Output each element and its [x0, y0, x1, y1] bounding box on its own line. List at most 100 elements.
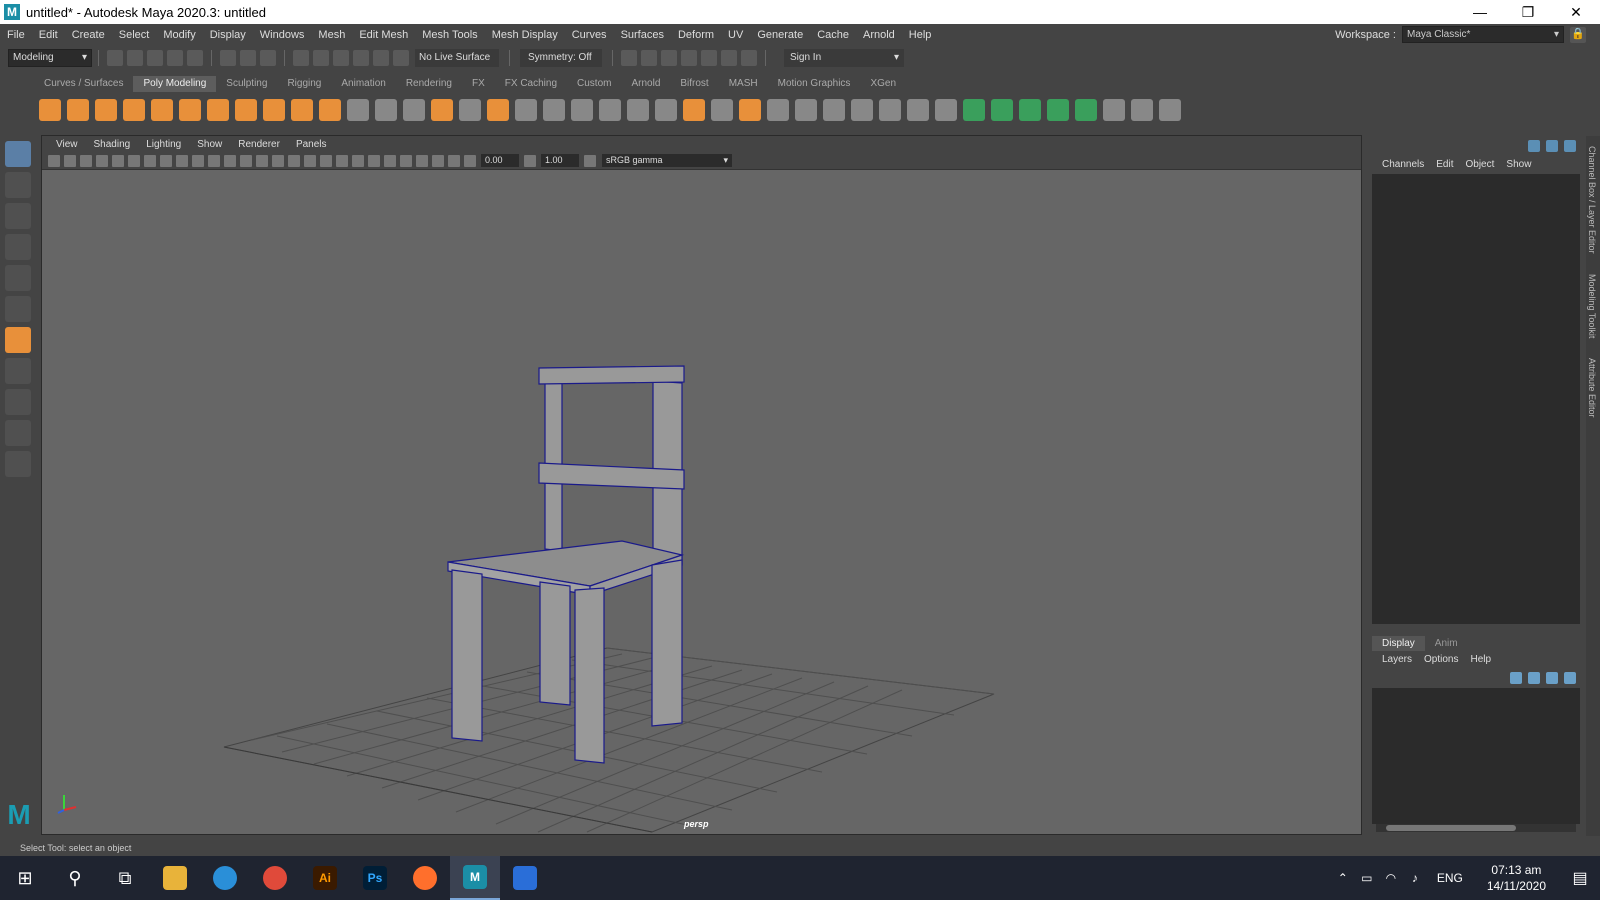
field-chart-icon[interactable]: [208, 154, 220, 167]
language-indicator[interactable]: ENG: [1427, 871, 1473, 885]
tab-animation[interactable]: Animation: [331, 76, 395, 92]
viewport-menu-show[interactable]: Show: [189, 139, 230, 150]
snap-surface-icon[interactable]: [373, 50, 389, 66]
gamma-icon[interactable]: [524, 154, 536, 167]
menu-mesh[interactable]: Mesh: [311, 29, 352, 41]
tab-poly-modeling[interactable]: Poly Modeling: [133, 76, 217, 92]
multi-cut-icon[interactable]: [627, 99, 649, 121]
task-view-icon[interactable]: ⧉: [100, 856, 150, 900]
append-polygon-icon[interactable]: [599, 99, 621, 121]
menu-arnold[interactable]: Arnold: [856, 29, 902, 41]
select-tool-icon[interactable]: [5, 141, 31, 167]
quad-draw-icon[interactable]: [851, 99, 873, 121]
render-frame-icon[interactable]: [641, 50, 657, 66]
gate-mask-icon[interactable]: [192, 154, 204, 167]
snap-curve-icon[interactable]: [313, 50, 329, 66]
channel-box-area[interactable]: [1372, 174, 1580, 624]
smooth-shade-icon[interactable]: [272, 154, 284, 167]
chevron-up-icon[interactable]: ⌃: [1331, 871, 1355, 885]
file-explorer-icon[interactable]: [150, 856, 200, 900]
layout-uvs-icon[interactable]: [991, 99, 1013, 121]
snap-view-icon[interactable]: [353, 50, 369, 66]
textured-icon[interactable]: [320, 154, 332, 167]
hypershade-icon[interactable]: [701, 50, 717, 66]
menu-cache[interactable]: Cache: [810, 29, 856, 41]
type-text-icon[interactable]: [291, 99, 313, 121]
combine-icon[interactable]: [347, 99, 369, 121]
xray-icon[interactable]: [432, 154, 444, 167]
exposure-icon[interactable]: [464, 154, 476, 167]
live-surface-field[interactable]: No Live Surface: [415, 49, 499, 67]
side-tab-modeling-toolkit[interactable]: Modeling Toolkit: [1587, 274, 1597, 338]
uv-editor-icon[interactable]: [711, 99, 733, 121]
cut-uv-icon[interactable]: [767, 99, 789, 121]
symmetry-select[interactable]: Symmetry: Off: [520, 49, 602, 67]
smooth-icon[interactable]: [403, 99, 425, 121]
arnold-render-icon[interactable]: [721, 50, 737, 66]
pause-icon[interactable]: [741, 50, 757, 66]
viewport-menu-renderer[interactable]: Renderer: [230, 139, 288, 150]
svg-icon[interactable]: [319, 99, 341, 121]
tab-display[interactable]: Display: [1372, 636, 1425, 651]
wifi-icon[interactable]: ◠: [1379, 871, 1403, 885]
bookmark-icon[interactable]: [80, 154, 92, 167]
motion-blur-icon[interactable]: [384, 154, 396, 167]
messaging-app-icon[interactable]: [500, 856, 550, 900]
wireframe-icon[interactable]: [256, 154, 268, 167]
tab-fx[interactable]: FX: [462, 76, 495, 92]
menu-deform[interactable]: Deform: [671, 29, 721, 41]
crease-tool-icon[interactable]: [935, 99, 957, 121]
lasso-tool-icon[interactable]: [5, 172, 31, 198]
menu-edit[interactable]: Edit: [32, 29, 65, 41]
tab-bifrost[interactable]: Bifrost: [670, 76, 718, 92]
tab-sculpting[interactable]: Sculpting: [216, 76, 277, 92]
film-gate-icon[interactable]: [160, 154, 172, 167]
menu-edit-mesh[interactable]: Edit Mesh: [352, 29, 415, 41]
poly-cylinder-icon[interactable]: [95, 99, 117, 121]
two-view-icon[interactable]: [5, 420, 31, 446]
photoshop-icon[interactable]: Ps: [350, 856, 400, 900]
default-lighting-icon[interactable]: [288, 154, 300, 167]
move-tool-icon[interactable]: [5, 234, 31, 260]
isolate-select-icon[interactable]: [416, 154, 428, 167]
tool-settings-icon[interactable]: [1546, 140, 1558, 152]
chair-model[interactable]: [447, 365, 685, 764]
viewport-menu-view[interactable]: View: [48, 139, 86, 150]
render-view-icon[interactable]: [621, 50, 637, 66]
menu-select[interactable]: Select: [112, 29, 157, 41]
layers-menu[interactable]: Layers: [1376, 654, 1418, 665]
slide-edge-icon[interactable]: [879, 99, 901, 121]
menu-curves[interactable]: Curves: [565, 29, 614, 41]
layer-list-area[interactable]: [1372, 688, 1580, 824]
channel-object-menu[interactable]: Object: [1460, 159, 1501, 170]
menu-generate[interactable]: Generate: [750, 29, 810, 41]
viewport-menu-shading[interactable]: Shading: [86, 139, 139, 150]
tab-fx-caching[interactable]: FX Caching: [495, 76, 567, 92]
attribute-editor-icon[interactable]: [1528, 140, 1540, 152]
poly-plane-icon[interactable]: [179, 99, 201, 121]
single-view-icon[interactable]: [5, 358, 31, 384]
mirror-icon[interactable]: [459, 99, 481, 121]
channel-edit-menu[interactable]: Edit: [1430, 159, 1459, 170]
texture-checker-icon[interactable]: [1103, 99, 1125, 121]
new-empty-layer-icon[interactable]: [1546, 672, 1558, 684]
sign-in-button[interactable]: Sign In: [784, 49, 904, 67]
grid-toggle-icon[interactable]: [144, 154, 156, 167]
insert-edge-loop-icon[interactable]: [655, 99, 677, 121]
new-scene-icon[interactable]: [107, 50, 123, 66]
color-management-icon[interactable]: [584, 154, 596, 167]
menu-modify[interactable]: Modify: [156, 29, 202, 41]
image-plane-icon[interactable]: [96, 154, 108, 167]
boolean-icon[interactable]: [431, 99, 453, 121]
restore-button[interactable]: ❐: [1504, 0, 1552, 24]
menu-mesh-display[interactable]: Mesh Display: [485, 29, 565, 41]
menu-create[interactable]: Create: [65, 29, 112, 41]
paint-select-icon[interactable]: [5, 203, 31, 229]
last-tool-cube-icon[interactable]: [5, 327, 31, 353]
platonic-solid-icon[interactable]: [235, 99, 257, 121]
scrollbar-thumb[interactable]: [1386, 825, 1516, 831]
new-layer-selected-icon[interactable]: [1564, 672, 1576, 684]
rotate-tool-icon[interactable]: [5, 265, 31, 291]
tab-xgen[interactable]: XGen: [860, 76, 906, 92]
shadows-icon[interactable]: [352, 154, 364, 167]
